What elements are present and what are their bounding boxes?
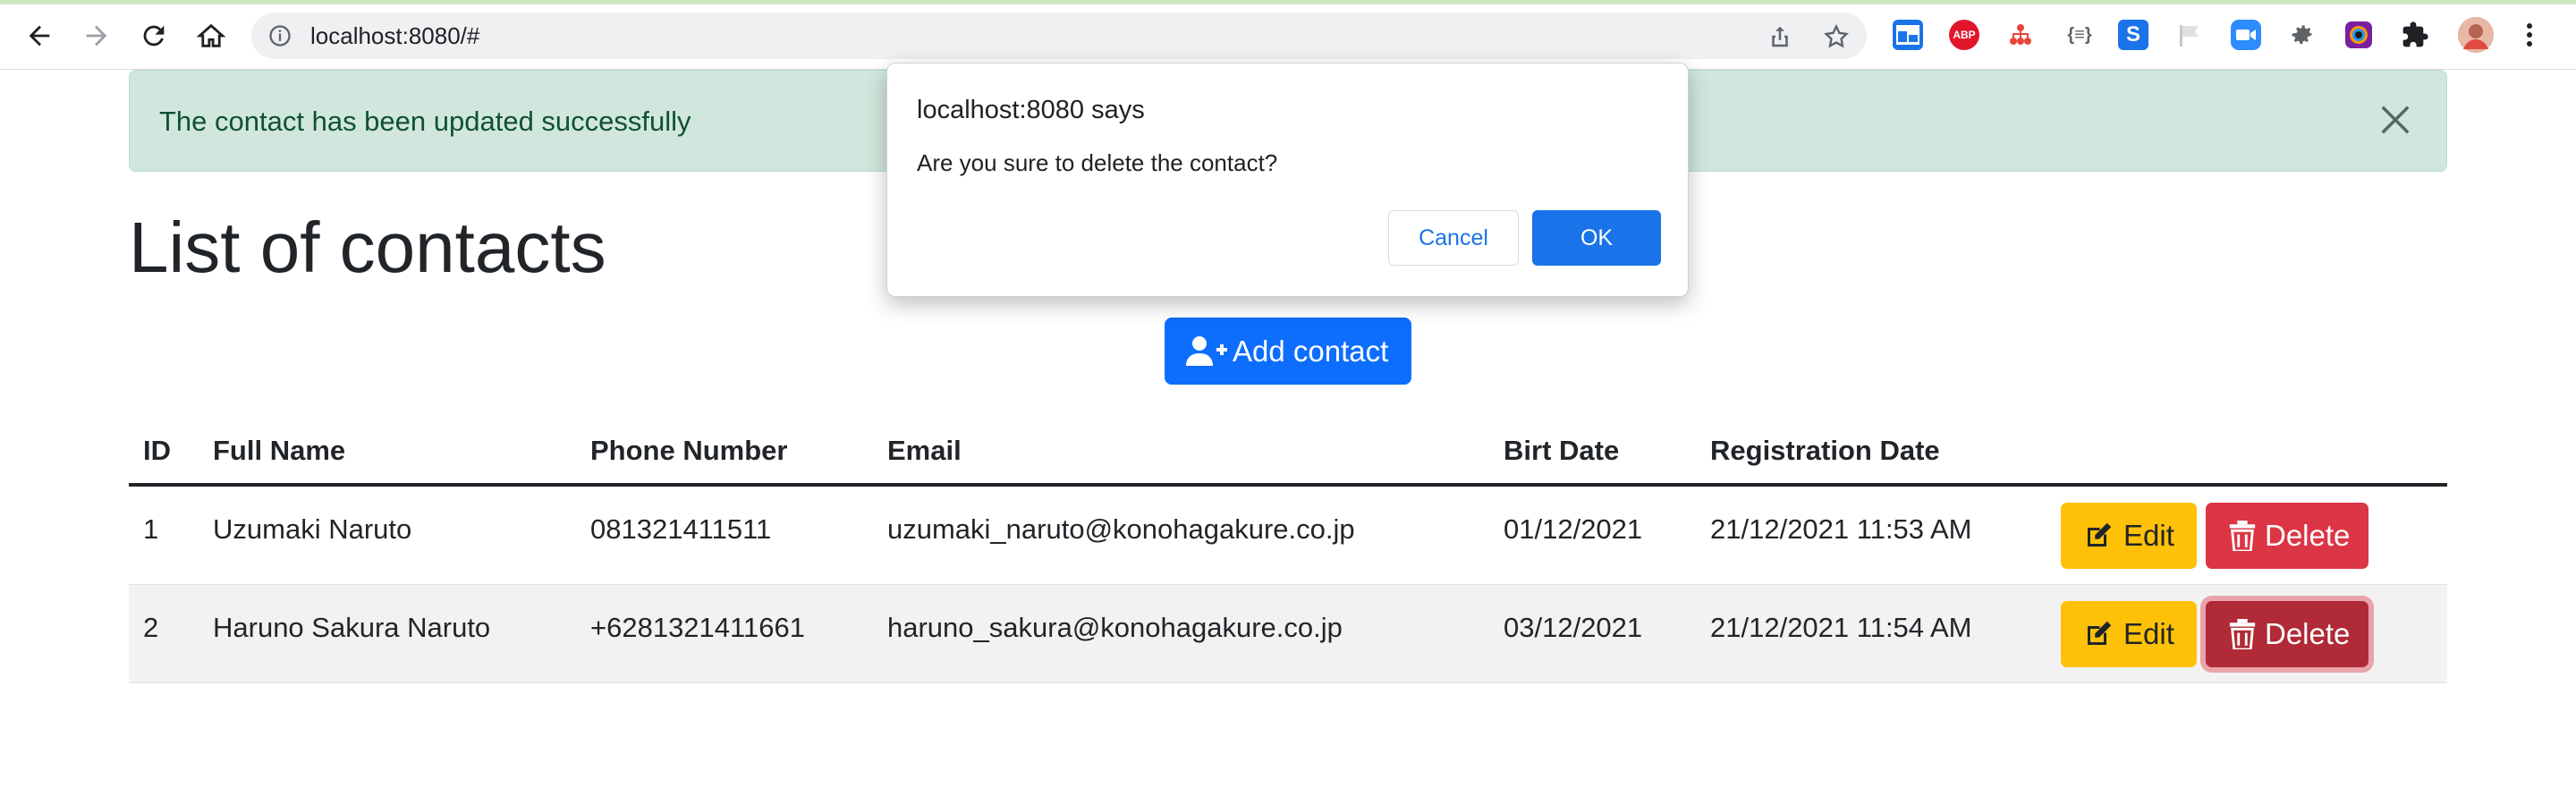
header-id: ID <box>143 435 171 466</box>
edit-label: Edit <box>2123 519 2174 552</box>
cell-phone: 081321411511 <box>590 513 772 545</box>
delete-button[interactable]: Delete <box>2206 601 2368 667</box>
zoom-extension-icon[interactable] <box>2231 20 2261 50</box>
header-email: Email <box>887 435 962 466</box>
adblock-plus-icon[interactable]: ABP <box>1949 20 1979 50</box>
profile-avatar[interactable] <box>2458 17 2494 53</box>
add-contact-button[interactable]: Add contact <box>1165 318 1411 385</box>
edit-button[interactable]: Edit <box>2061 503 2197 569</box>
home-icon[interactable] <box>191 16 231 55</box>
trash-icon <box>2229 521 2256 551</box>
forward-arrow-icon[interactable] <box>77 16 116 55</box>
contacts-table: ID Full Name Phone Number Email Birt Dat… <box>129 420 2447 683</box>
trash-icon <box>2229 619 2256 649</box>
delete-label: Delete <box>2265 617 2351 650</box>
table-row: 2 Haruno Sakura Naruto +6281321411661 ha… <box>129 585 2447 683</box>
edit-label: Edit <box>2123 617 2174 650</box>
cell-id: 1 <box>143 513 159 545</box>
cell-email: uzumaki_naruto@konohagakure.co.jp <box>887 513 1355 545</box>
cell-full-name: Uzumaki Naruto <box>213 513 412 545</box>
cell-birth-date: 03/12/2021 <box>1504 612 1643 643</box>
cell-birth-date: 01/12/2021 <box>1504 513 1643 545</box>
cell-registration-date: 21/12/2021 11:54 AM <box>1710 612 1972 643</box>
add-contact-label: Add contact <box>1233 334 1389 368</box>
alert-message: The contact has been updated successfull… <box>159 106 691 137</box>
delete-button[interactable]: Delete <box>2206 503 2368 569</box>
url-text[interactable]: localhost:8080/# <box>310 23 479 48</box>
window-extension-icon[interactable] <box>1893 20 1923 50</box>
bookmark-star-icon[interactable] <box>1822 22 1851 51</box>
share-icon[interactable] <box>1767 23 1793 50</box>
table-header: ID Full Name Phone Number Email Birt Dat… <box>129 420 2447 487</box>
json-formatter-icon[interactable]: {≡} <box>2062 20 2097 50</box>
user-plus-icon <box>1186 335 1227 366</box>
confirm-dialog: localhost:8080 says Are you sure to dele… <box>886 63 1689 297</box>
network-tree-icon[interactable] <box>2005 20 2036 50</box>
dialog-message: Are you sure to delete the contact? <box>917 149 1278 176</box>
header-full-name: Full Name <box>213 435 346 466</box>
cell-full-name: Haruno Sakura Naruto <box>213 612 491 643</box>
edit-button[interactable]: Edit <box>2061 601 2197 667</box>
back-arrow-icon[interactable] <box>20 16 59 55</box>
cell-id: 2 <box>143 612 159 643</box>
puzzle-piece-icon[interactable] <box>2400 20 2430 50</box>
edit-icon <box>2088 621 2112 645</box>
cancel-button[interactable]: Cancel <box>1388 210 1519 266</box>
edit-icon <box>2088 522 2112 547</box>
gray-flag-extension-icon[interactable] <box>2174 20 2205 50</box>
address-bar[interactable]: localhost:8080/# <box>251 13 1867 59</box>
site-info-icon[interactable] <box>267 23 292 48</box>
page-load-progress <box>0 0 2576 4</box>
dialog-title: localhost:8080 says <box>917 96 1145 124</box>
header-phone-number: Phone Number <box>590 435 788 466</box>
delete-label: Delete <box>2265 519 2351 552</box>
table-row: 1 Uzumaki Naruto 081321411511 uzumaki_na… <box>129 487 2447 585</box>
gear-extension-icon[interactable] <box>2287 20 2318 50</box>
page-title: List of contacts <box>129 208 606 287</box>
s-extension-icon[interactable]: S <box>2118 20 2148 50</box>
cell-phone: +6281321411661 <box>590 612 805 643</box>
header-birth-date: Birt Date <box>1504 435 1620 466</box>
cell-registration-date: 21/12/2021 11:53 AM <box>1710 513 1972 545</box>
ok-button[interactable]: OK <box>1532 210 1661 266</box>
header-registration-date: Registration Date <box>1710 435 1940 466</box>
close-icon[interactable] <box>2378 103 2412 137</box>
reload-icon[interactable] <box>134 16 174 55</box>
more-vert-icon[interactable] <box>2521 20 2538 50</box>
cell-email: haruno_sakura@konohagakure.co.jp <box>887 612 1343 643</box>
browser-toolbar: localhost:8080/# ABP {≡} S <box>0 0 2576 70</box>
color-picker-extension-icon[interactable] <box>2343 20 2374 50</box>
